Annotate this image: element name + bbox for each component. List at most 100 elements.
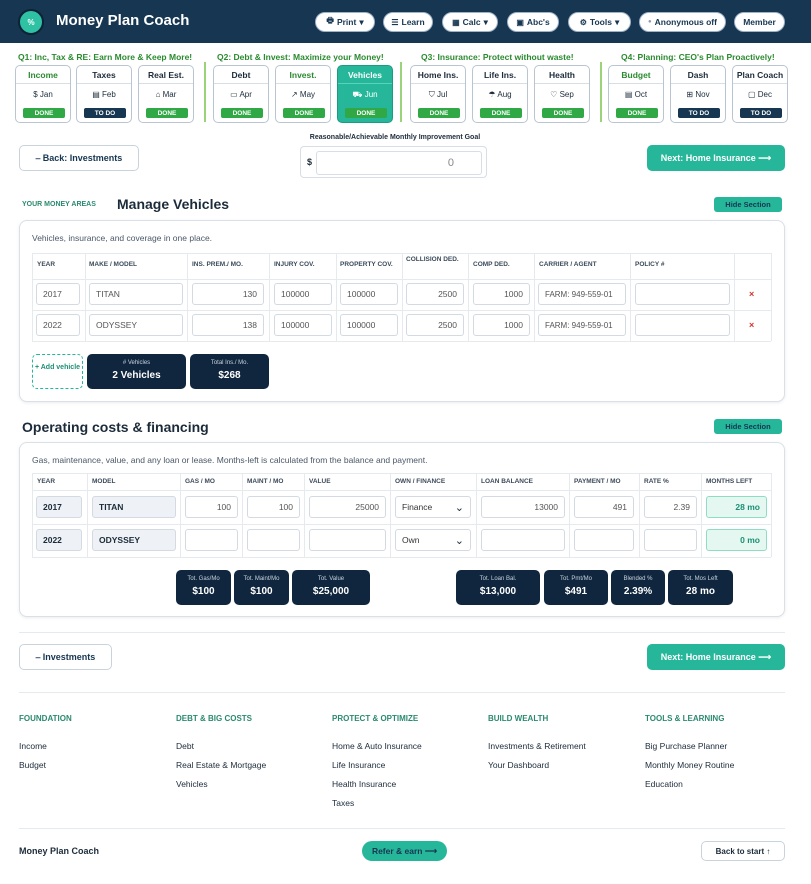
month-card-debt[interactable]: Debt ▭ Apr DONE: [213, 65, 269, 123]
property-coverage-input[interactable]: 100000: [340, 314, 398, 336]
rate-input[interactable]: [644, 529, 697, 551]
footer-link[interactable]: Education: [645, 779, 683, 789]
abcs-button[interactable]: ▣ Abc's: [507, 12, 559, 32]
payment-input[interactable]: 491: [574, 496, 634, 518]
delete-icon[interactable]: ×: [749, 289, 754, 299]
footer-link[interactable]: Investments & Retirement: [488, 741, 586, 751]
clipboard-icon: ▤: [624, 90, 633, 99]
print-icon: 🖶: [326, 16, 334, 25]
logo-icon[interactable]: %: [18, 9, 44, 35]
premium-input[interactable]: 138: [192, 314, 264, 336]
print-button[interactable]: 🖶 Print ▾: [315, 12, 375, 32]
injury-coverage-input[interactable]: 100000: [274, 283, 332, 305]
next-button[interactable]: Next: Home Insurance ⟶: [647, 145, 785, 171]
month-card-dash[interactable]: Dash ⊞ Nov TO DO: [670, 65, 726, 123]
column-header: OWN / FINANCE: [395, 478, 446, 485]
make-model-input[interactable]: ODYSSEY: [89, 314, 183, 336]
policy-number-input[interactable]: [635, 314, 730, 336]
own-finance-select[interactable]: Finance ⌄: [395, 496, 471, 518]
month-name: Feb: [102, 90, 116, 99]
stat-card: Tot. Pmt/Mo $491: [544, 570, 608, 605]
month-card-real-estate[interactable]: Real Est. ⌂ Mar DONE: [138, 65, 194, 123]
comp-deductible-input[interactable]: 1000: [473, 314, 530, 336]
footer-link[interactable]: Home & Auto Insurance: [332, 741, 422, 751]
maint-input[interactable]: [247, 529, 300, 551]
next-button[interactable]: Next: Home Insurance ⟶: [647, 644, 785, 670]
injury-coverage-input[interactable]: 100000: [274, 314, 332, 336]
property-coverage-input[interactable]: 100000: [340, 283, 398, 305]
add-vehicle-button[interactable]: + Add vehicle: [32, 354, 83, 389]
status-badge: DONE: [616, 108, 658, 118]
month-card-label: Taxes: [92, 70, 116, 80]
value-input[interactable]: 25000: [309, 496, 386, 518]
rate-input[interactable]: 2.39: [644, 496, 697, 518]
footer-link[interactable]: Income: [19, 741, 47, 751]
stat-label: Tot. Value: [317, 576, 345, 582]
back-to-start-button[interactable]: Back to start ↑: [701, 841, 785, 861]
back-button[interactable]: ⎯ Investments: [19, 644, 112, 670]
stat-value: 28 mo: [686, 586, 715, 597]
footer-link[interactable]: Taxes: [332, 798, 354, 808]
anonymous-toggle[interactable]: ● Anonymous off: [639, 12, 726, 32]
year-input[interactable]: 2022: [36, 314, 80, 336]
delete-icon[interactable]: ×: [749, 320, 754, 330]
payment-input[interactable]: [574, 529, 634, 551]
back-button[interactable]: ⎯ Back: Investments: [19, 145, 139, 171]
footer-link[interactable]: Your Dashboard: [488, 760, 549, 770]
section-description: Gas, maintenance, value, and any loan or…: [32, 455, 428, 465]
carrier-agent-input[interactable]: FARM: 949-559-01: [538, 283, 626, 305]
comp-deductible-input[interactable]: 1000: [473, 283, 530, 305]
footer-link[interactable]: Debt: [176, 741, 194, 751]
section-title: Manage Vehicles: [117, 196, 230, 212]
month-card-label: Invest.: [289, 70, 317, 80]
collision-deductible-input[interactable]: 2500: [406, 283, 464, 305]
month-card-invest[interactable]: Invest. ↗ May DONE: [275, 65, 331, 123]
collision-deductible-input[interactable]: 2500: [406, 314, 464, 336]
member-button[interactable]: Member: [734, 12, 785, 32]
hide-section-button[interactable]: Hide Section: [714, 419, 782, 434]
year-input[interactable]: 2017: [36, 283, 80, 305]
brand-title[interactable]: Money Plan Coach: [56, 12, 189, 29]
maint-input[interactable]: 100: [247, 496, 300, 518]
footer-link[interactable]: Vehicles: [176, 779, 208, 789]
carrier-agent-input[interactable]: FARM: 949-559-01: [538, 314, 626, 336]
month-card-plan-coach[interactable]: Plan Coach ▢ Dec TO DO: [732, 65, 788, 123]
month-card-vehicles[interactable]: Vehicles ⛟ Jun DONE: [337, 65, 393, 123]
goal-input[interactable]: 0: [316, 151, 482, 175]
month-card-life-insurance[interactable]: Life Ins. ☂ Aug DONE: [472, 65, 528, 123]
abc-icon: ▣: [516, 17, 524, 27]
gas-input[interactable]: 100: [185, 496, 238, 518]
policy-number-input[interactable]: [635, 283, 730, 305]
month-card-budget[interactable]: Budget ▤ Oct DONE: [608, 65, 664, 123]
footer-heading: PROTECT & OPTIMIZE: [332, 714, 419, 723]
loan-balance-input[interactable]: [481, 529, 565, 551]
status-badge: DONE: [542, 108, 584, 118]
footer-link[interactable]: Life Insurance: [332, 760, 385, 770]
tools-button[interactable]: ⚙ Tools ▾: [568, 12, 631, 32]
hide-section-button[interactable]: Hide Section: [714, 197, 782, 212]
footer-link[interactable]: Real Estate & Mortgage: [176, 760, 266, 770]
premium-input[interactable]: 130: [192, 283, 264, 305]
month-name: Jan: [39, 90, 53, 99]
month-card-home-insurance[interactable]: Home Ins. ⛉ Jul DONE: [410, 65, 466, 123]
loan-balance-input[interactable]: 13000: [481, 496, 565, 518]
anonymous-label: Anonymous off: [654, 17, 717, 27]
goal-label: Reasonable/Achievable Monthly Improvemen…: [309, 134, 481, 141]
month-card-income[interactable]: Income $ Jan DONE: [15, 65, 71, 123]
learn-button[interactable]: ☰ Learn: [383, 12, 433, 32]
make-model-input[interactable]: TITAN: [89, 283, 183, 305]
footer-link[interactable]: Health Insurance: [332, 779, 396, 789]
footer-link[interactable]: Big Purchase Planner: [645, 741, 727, 751]
column-header: RATE %: [644, 478, 669, 485]
own-finance-select[interactable]: Own ⌄: [395, 529, 471, 551]
gas-input[interactable]: [185, 529, 238, 551]
column-header: MONTHS LEFT: [706, 478, 753, 485]
column-header: YEAR: [37, 478, 56, 485]
footer-link[interactable]: Monthly Money Routine: [645, 760, 734, 770]
footer-link[interactable]: Budget: [19, 760, 46, 770]
calc-button[interactable]: ▦ Calc ▾: [442, 12, 498, 32]
month-card-health[interactable]: Health ♡ Sep DONE: [534, 65, 590, 123]
month-card-taxes[interactable]: Taxes ▤ Feb TO DO: [76, 65, 132, 123]
value-input[interactable]: [309, 529, 386, 551]
refer-earn-button[interactable]: Refer & earn ⟶: [362, 841, 447, 861]
